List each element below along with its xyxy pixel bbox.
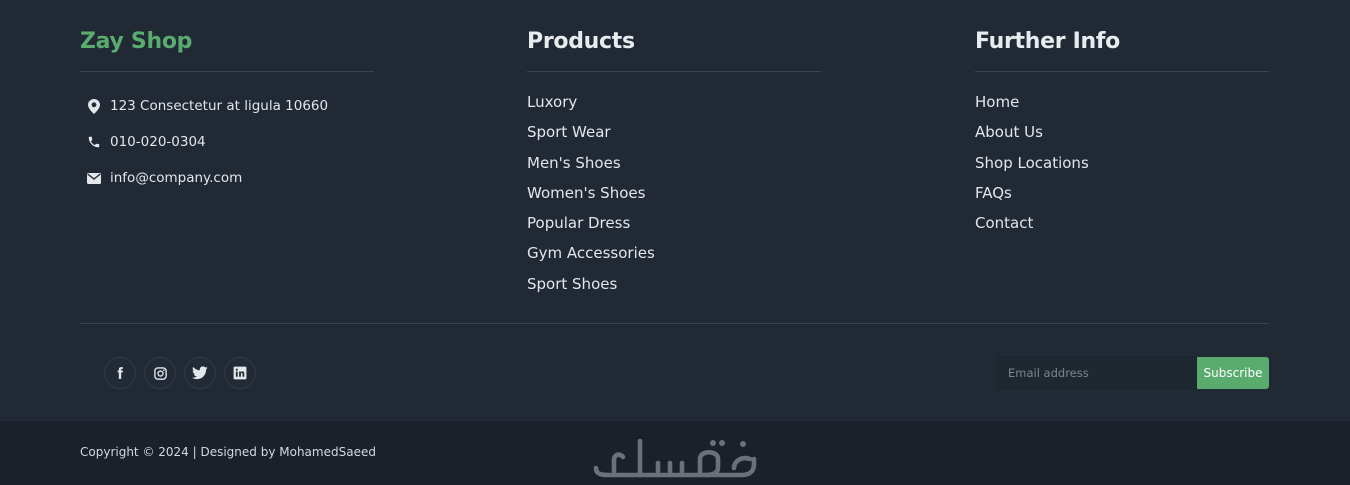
- info-link-home[interactable]: Home: [975, 90, 1269, 120]
- copyright-text: Copyright © 2024 | Designed by MohamedSa…: [80, 445, 376, 459]
- further-info-list: Home About Us Shop Locations FAQs Contac…: [975, 90, 1269, 241]
- products-link-womens-shoes[interactable]: Women's Shoes: [527, 181, 821, 211]
- further-info-title-divider: [975, 71, 1269, 72]
- khamsat-watermark-logo: [592, 435, 758, 485]
- info-link-faqs[interactable]: FAQs: [975, 181, 1269, 211]
- products-title-divider: [527, 71, 821, 72]
- products-link-luxory[interactable]: Luxory: [527, 90, 821, 120]
- products-link-mens-shoes[interactable]: Men's Shoes: [527, 151, 821, 181]
- products-link-gym-accessories[interactable]: Gym Accessories: [527, 241, 821, 271]
- further-info-title: Further Info: [975, 29, 1120, 54]
- facebook-icon: [117, 367, 124, 379]
- contact-phone-text[interactable]: 010-020-0304: [110, 134, 206, 150]
- contact-list: 123 Consectetur at ligula 10660 010-020-…: [80, 88, 374, 196]
- footer-bottom-bar: Copyright © 2024 | Designed by MohamedSa…: [0, 421, 1350, 485]
- twitter-icon: [192, 366, 208, 380]
- instagram-icon: [153, 366, 167, 380]
- twitter-link[interactable]: [184, 357, 216, 389]
- social-links: [104, 357, 256, 389]
- email-field[interactable]: [997, 357, 1197, 389]
- products-column: Products Luxory Sport Wear Men's Shoes W…: [527, 24, 821, 302]
- products-list: Luxory Sport Wear Men's Shoes Women's Sh…: [527, 90, 821, 302]
- brand-title: Zay Shop: [80, 29, 193, 54]
- products-link-sport-shoes[interactable]: Sport Shoes: [527, 272, 821, 302]
- linkedin-icon: [233, 366, 247, 380]
- instagram-link[interactable]: [144, 357, 176, 389]
- phone-icon: [81, 135, 107, 149]
- products-link-popular-dress[interactable]: Popular Dress: [527, 211, 821, 241]
- footer-divider: [80, 323, 1269, 324]
- further-info-column: Further Info Home About Us Shop Location…: [975, 24, 1269, 241]
- info-link-contact[interactable]: Contact: [975, 211, 1269, 241]
- contact-phone: 010-020-0304: [80, 124, 374, 160]
- footer-main: Zay Shop 123 Consectetur at ligula 10660…: [0, 0, 1350, 421]
- map-pin-icon: [81, 98, 107, 114]
- products-title: Products: [527, 29, 635, 54]
- facebook-link[interactable]: [104, 357, 136, 389]
- brand-column: Zay Shop 123 Consectetur at ligula 10660…: [80, 24, 374, 196]
- contact-email: info@company.com: [80, 160, 374, 196]
- linkedin-link[interactable]: [224, 357, 256, 389]
- products-link-sport-wear[interactable]: Sport Wear: [527, 120, 821, 150]
- envelope-icon: [81, 172, 107, 184]
- info-link-about-us[interactable]: About Us: [975, 120, 1269, 150]
- newsletter-form: Subscribe: [997, 357, 1269, 389]
- brand-title-divider: [80, 71, 374, 72]
- info-link-shop-locations[interactable]: Shop Locations: [975, 151, 1269, 181]
- contact-address: 123 Consectetur at ligula 10660: [80, 88, 374, 124]
- subscribe-button[interactable]: Subscribe: [1197, 357, 1269, 389]
- contact-email-text[interactable]: info@company.com: [110, 170, 242, 186]
- contact-address-text: 123 Consectetur at ligula 10660: [110, 98, 329, 114]
